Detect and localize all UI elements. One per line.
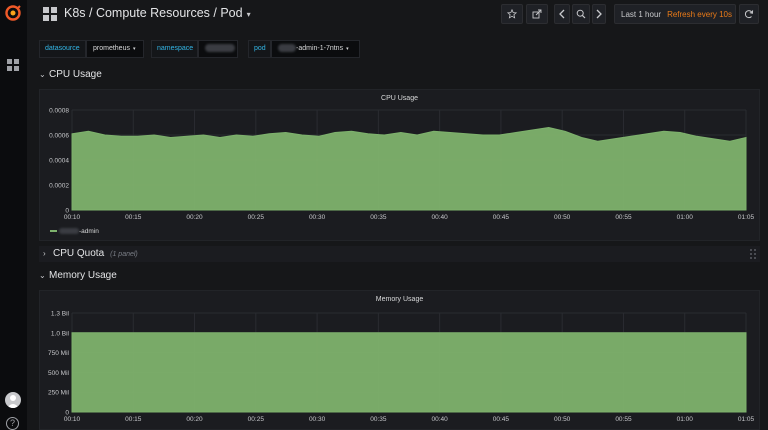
y-tick-label: 1.3 Bil bbox=[51, 311, 70, 318]
x-tick-label: 01:05 bbox=[738, 416, 755, 423]
zoom-out-button[interactable] bbox=[572, 4, 590, 24]
x-tick-label: 00:35 bbox=[370, 214, 387, 221]
dashboard-title-text: K8s / Compute Resources / Pod bbox=[64, 6, 243, 20]
x-tick-label: 00:25 bbox=[248, 214, 265, 221]
chevron-down-icon: ▾ bbox=[246, 10, 251, 19]
user-avatar[interactable] bbox=[5, 392, 21, 408]
chevron-right-icon: › bbox=[43, 249, 46, 258]
sidebar: ? bbox=[0, 0, 27, 430]
memory-usage-chart: 0250 Mil500 Mil750 Mil1.0 Bil1.3 Bil00:1… bbox=[48, 311, 755, 424]
y-tick-label: 0.0006 bbox=[49, 133, 69, 140]
x-tick-label: 01:00 bbox=[677, 214, 694, 221]
variable-select-namespace[interactable] bbox=[198, 40, 238, 58]
grafana-dashboard: ? K8s / Compute Resources / Pod ▾ Last 1… bbox=[0, 0, 768, 430]
variable-label-pod: pod bbox=[248, 40, 271, 58]
x-tick-label: 00:55 bbox=[615, 416, 632, 423]
legend-swatch bbox=[50, 230, 57, 233]
row-title: Memory Usage bbox=[49, 270, 117, 281]
row-title-wrap: › CPU Quota (1 panel) bbox=[43, 248, 138, 264]
panel-cpu-usage: CPU Usage 0 0.0002 0.0004 0.0006 0.0008 00:10… bbox=[39, 89, 760, 241]
y-tick-label: 750 Mil bbox=[48, 350, 70, 357]
chevron-left-icon bbox=[559, 9, 565, 19]
user-icon bbox=[7, 395, 19, 408]
series-area[interactable] bbox=[71, 126, 747, 211]
x-tick-label: 00:45 bbox=[493, 214, 510, 221]
y-tick-label: 0.0004 bbox=[49, 158, 69, 165]
series-area[interactable] bbox=[71, 332, 747, 413]
share-button[interactable] bbox=[526, 4, 548, 24]
refresh-interval-label: Refresh every 10s bbox=[667, 9, 732, 19]
chevron-right-icon bbox=[596, 9, 602, 19]
caret-down-icon: ▾ bbox=[132, 46, 136, 52]
x-tick-label: 00:45 bbox=[493, 416, 510, 423]
caret-down-icon: ▾ bbox=[346, 46, 349, 52]
star-button[interactable] bbox=[501, 4, 523, 24]
star-icon bbox=[507, 9, 517, 19]
x-tick-label: 00:35 bbox=[370, 416, 387, 423]
x-tick-label: 01:00 bbox=[677, 416, 694, 423]
x-tick-label: 00:40 bbox=[431, 214, 448, 221]
x-tick-label: 01:05 bbox=[738, 214, 755, 221]
y-tick-label: 250 Mil bbox=[48, 390, 70, 397]
y-tick-label: 1.0 Bil bbox=[51, 330, 70, 337]
row-panel-count: (1 panel) bbox=[110, 251, 138, 258]
time-range-label: Last 1 hour bbox=[621, 9, 662, 19]
time-picker-button[interactable]: Last 1 hour Refresh every 10s bbox=[614, 4, 736, 24]
variable-label-datasource: datasource bbox=[39, 40, 86, 58]
panel-memory-usage: Memory Usage 0 250 Mil 500 Mil 750 Mil 1.0 B… bbox=[39, 290, 760, 430]
x-tick-label: 00:10 bbox=[64, 416, 81, 423]
drag-handle-icon[interactable] bbox=[750, 249, 756, 259]
x-tick-label: 00:10 bbox=[64, 214, 81, 221]
variable-label-namespace: namespace bbox=[151, 40, 198, 58]
redacted-value bbox=[205, 44, 235, 53]
chevron-down-icon: ⌄ bbox=[39, 271, 46, 280]
y-tick-label: 500 Mil bbox=[48, 370, 70, 377]
redacted-value bbox=[59, 228, 79, 235]
dashboards-icon[interactable] bbox=[6, 58, 20, 72]
chevron-down-icon: ⌄ bbox=[39, 70, 46, 79]
variable-value: -admin-1-7ntns bbox=[296, 45, 344, 52]
dashboard-title[interactable]: K8s / Compute Resources / Pod ▾ bbox=[64, 6, 251, 20]
dashboard-grid-icon bbox=[43, 7, 57, 21]
search-icon bbox=[576, 9, 586, 19]
x-tick-label: 00:20 bbox=[186, 416, 203, 423]
help-icon[interactable]: ? bbox=[6, 417, 19, 430]
row-header-memory-usage[interactable]: ⌄ Memory Usage bbox=[39, 270, 117, 286]
row-header-cpu-quota[interactable]: › CPU Quota (1 panel) bbox=[39, 246, 760, 262]
x-tick-label: 00:15 bbox=[125, 214, 142, 221]
refresh-button[interactable] bbox=[739, 4, 759, 24]
time-forward-button[interactable] bbox=[592, 4, 606, 24]
share-icon bbox=[532, 9, 542, 19]
row-header-cpu-usage[interactable]: ⌄ CPU Usage bbox=[39, 69, 102, 85]
row-title: CPU Usage bbox=[49, 69, 102, 80]
variable-select-datasource[interactable]: prometheus ▾ bbox=[86, 40, 144, 58]
legend-item[interactable]: -admin bbox=[50, 228, 99, 235]
x-tick-label: 00:30 bbox=[309, 416, 326, 423]
top-navbar: K8s / Compute Resources / Pod ▾ Last 1 h… bbox=[27, 0, 768, 28]
x-tick-label: 00:20 bbox=[186, 214, 203, 221]
x-tick-label: 00:30 bbox=[309, 214, 326, 221]
x-tick-label: 00:50 bbox=[554, 416, 571, 423]
redacted-value bbox=[278, 44, 296, 53]
refresh-icon bbox=[744, 10, 754, 19]
x-tick-label: 00:50 bbox=[554, 214, 571, 221]
variable-select-pod[interactable]: -admin-1-7ntns ▾ bbox=[271, 40, 360, 58]
time-back-button[interactable] bbox=[554, 4, 570, 24]
legend-label: -admin bbox=[79, 228, 99, 235]
x-tick-label: 00:25 bbox=[248, 416, 265, 423]
x-tick-label: 00:15 bbox=[125, 416, 142, 423]
y-tick-label: 0.0008 bbox=[49, 108, 69, 115]
x-tick-label: 00:55 bbox=[615, 214, 632, 221]
cpu-usage-chart: 00.00020.00040.00060.000800:10 00:15 00:20… bbox=[49, 108, 755, 222]
variable-value: prometheus bbox=[93, 45, 130, 52]
row-title: CPU Quota bbox=[53, 248, 105, 259]
y-tick-label: 0.0002 bbox=[49, 183, 69, 190]
x-tick-label: 00:40 bbox=[431, 416, 448, 423]
grafana-logo-icon[interactable] bbox=[4, 4, 22, 22]
